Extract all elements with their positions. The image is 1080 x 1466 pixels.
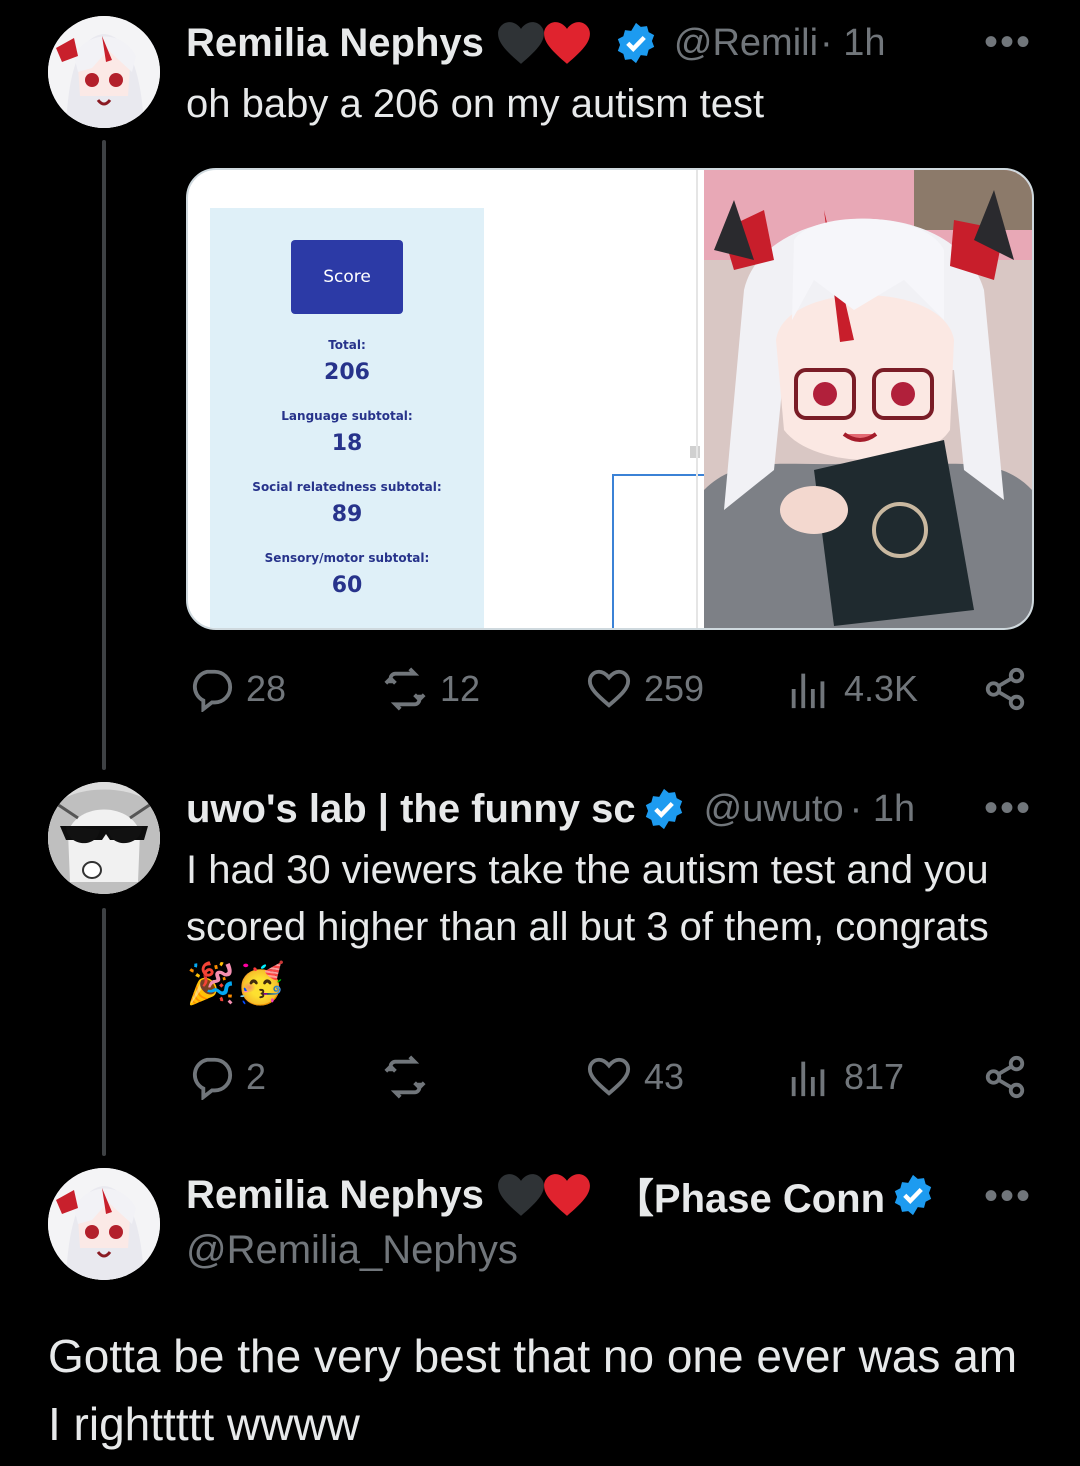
score-button: Score (291, 240, 403, 314)
avatar-image (48, 16, 160, 128)
reply-icon (192, 669, 232, 712)
more-options-icon[interactable]: ••• (984, 20, 1032, 65)
handle[interactable]: @Remilia_Nephys (186, 1228, 518, 1273)
more-options-icon[interactable]: ••• (984, 786, 1032, 831)
social-value: 89 (331, 502, 363, 527)
tweet-header: uwo's lab | the funny sc @uwuto · 1h (186, 782, 1036, 836)
tweet-text: I had 30 viewers take the autism test an… (186, 848, 989, 1006)
tweet-text: oh baby a 206 on my autism test (186, 82, 765, 126)
like-button[interactable]: 259 (586, 666, 704, 712)
thread-line (102, 908, 106, 1156)
reply-button[interactable]: 28 (188, 666, 286, 712)
share-icon (985, 667, 1025, 711)
views-count: 817 (844, 1056, 905, 1097)
thread-line (102, 140, 106, 770)
like-count: 259 (644, 668, 705, 709)
language-label: Language subtotal: (281, 409, 413, 423)
views-button[interactable]: 4.3K (786, 666, 918, 712)
post-header: Remilia Nephys 【Phase Conn (186, 1168, 976, 1222)
reply-count: 28 (246, 668, 287, 709)
language-value: 18 (331, 431, 363, 456)
avatar-image (48, 782, 160, 894)
post-text: Gotta be the very best that no one ever … (48, 1330, 1018, 1450)
black-heart-icon (497, 1174, 544, 1216)
views-icon (791, 1061, 825, 1097)
total-label: Total: (328, 338, 366, 352)
reply-button[interactable]: 2 (188, 1054, 266, 1100)
verified-badge-icon (894, 1174, 932, 1216)
share-button[interactable] (982, 1054, 1028, 1100)
tweet-media-image[interactable]: Score Total: 206 Language subtotal: 18 S… (186, 168, 1034, 630)
scrollbar-handle (690, 446, 700, 458)
share-icon (985, 1055, 1025, 1099)
retweet-count: 12 (440, 668, 481, 709)
display-name[interactable]: Remilia Nephys (186, 1173, 484, 1218)
reply-count: 2 (246, 1056, 267, 1097)
timestamp[interactable]: · 1h (850, 788, 915, 831)
social-label: Social relatedness subtotal: (252, 480, 442, 494)
display-name-affiliation[interactable]: 【Phase Conn (614, 1168, 885, 1222)
red-heart-icon (543, 22, 590, 64)
score-card: Score Total: 206 Language subtotal: 18 S… (210, 208, 484, 628)
retweet-icon (384, 1055, 426, 1099)
views-icon (791, 673, 825, 709)
avatar[interactable] (48, 1168, 160, 1280)
tweet-header: Remilia Nephys @Remili · 1h (186, 16, 1036, 70)
views-button[interactable]: 817 (786, 1054, 904, 1100)
like-button[interactable]: 43 (586, 1054, 684, 1100)
more-options-icon[interactable]: ••• (984, 1174, 1032, 1219)
divider-line (696, 170, 698, 628)
total-value: 206 (324, 360, 370, 385)
retweet-icon (384, 667, 426, 711)
handle[interactable]: @Remili (674, 22, 818, 65)
timestamp[interactable]: · 1h (820, 22, 885, 65)
verified-badge-icon (617, 22, 655, 64)
share-button[interactable] (982, 666, 1028, 712)
display-name[interactable]: Remilia Nephys (186, 21, 484, 66)
display-name[interactable]: uwo's lab | the funny sc (186, 787, 636, 832)
avatar[interactable] (48, 782, 160, 894)
sensory-label: Sensory/motor subtotal: (264, 551, 430, 565)
like-count: 43 (644, 1056, 685, 1097)
retweet-button[interactable] (382, 1054, 440, 1100)
red-heart-icon (543, 1174, 590, 1216)
views-count: 4.3K (844, 668, 919, 709)
avatar[interactable] (48, 16, 160, 128)
like-icon (587, 669, 631, 708)
retweet-button[interactable]: 12 (382, 666, 480, 712)
verified-badge-icon (645, 788, 682, 830)
anime-character-illustration (704, 170, 1032, 628)
handle[interactable]: @uwuto (704, 788, 844, 831)
like-icon (587, 1057, 631, 1096)
reply-icon (192, 1057, 232, 1100)
black-heart-icon (497, 22, 544, 64)
sensory-value: 60 (331, 573, 363, 598)
avatar-image (48, 1168, 160, 1280)
